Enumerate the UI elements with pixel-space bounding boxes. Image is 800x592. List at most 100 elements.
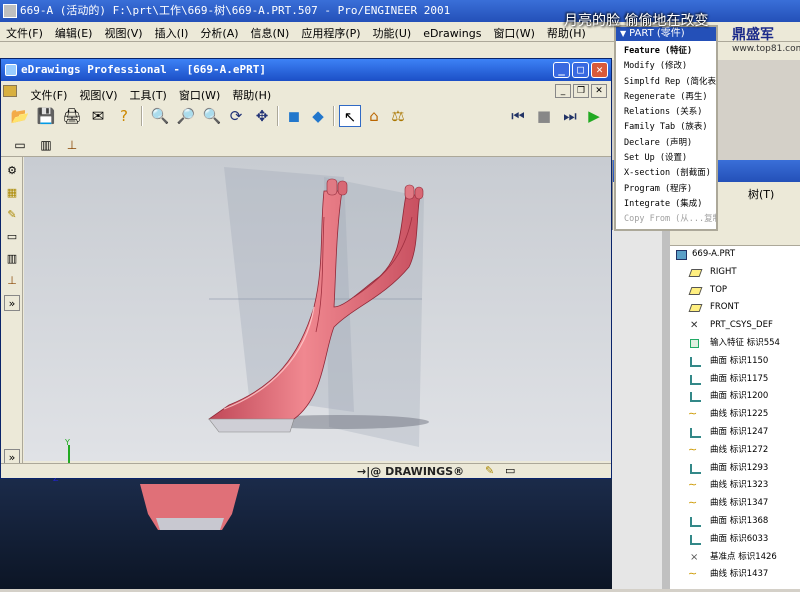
menu-manager-item[interactable]: X-section (剖截面) xyxy=(624,166,716,181)
tree-item[interactable]: 曲面 标识1150 xyxy=(670,353,800,371)
proe-menu-item[interactable]: 文件(F) xyxy=(0,22,49,44)
tree-item[interactable]: 曲面 标识1293 xyxy=(670,460,800,478)
proe-menu-item[interactable]: 编辑(E) xyxy=(49,22,99,44)
proe-model-view xyxy=(140,484,240,530)
rotate-icon[interactable]: ⟳ xyxy=(225,105,247,127)
tree-item[interactable]: ∼ 曲线 标识1272 xyxy=(670,442,800,460)
menu-manager-item[interactable]: Declare (声明) xyxy=(624,136,716,151)
surface-icon xyxy=(690,356,701,367)
proe-menu-item[interactable]: 窗口(W) xyxy=(487,22,540,44)
first-frame-icon[interactable]: ⏮ xyxy=(507,105,529,127)
send-mail-icon[interactable]: ✉ xyxy=(87,105,109,127)
zoom-to-fit-icon[interactable]: 🔍 xyxy=(149,105,171,127)
tree-item[interactable]: RIGHT xyxy=(670,264,800,282)
proe-menu-item[interactable]: 信息(N) xyxy=(245,22,296,44)
minimize-button[interactable]: _ xyxy=(553,62,570,78)
tree-item[interactable]: TOP xyxy=(670,282,800,300)
surface-icon xyxy=(690,392,701,403)
tree-item[interactable]: ✕ PRT_CSYS_DEF xyxy=(670,317,800,335)
edrawings-app-icon xyxy=(5,64,17,76)
stamp-side-icon[interactable]: ⊥ xyxy=(4,273,20,289)
import-feature-icon xyxy=(690,338,699,348)
save-icon[interactable]: 💾 xyxy=(35,105,57,127)
measure-icon[interactable]: ⚖ xyxy=(387,105,409,127)
model-render xyxy=(208,167,429,447)
sheets-icon[interactable]: ▦ xyxy=(4,185,20,201)
play-icon[interactable]: ▶ xyxy=(583,105,605,127)
shaded-view-icon[interactable]: ◼ xyxy=(283,105,305,127)
proe-menu-item[interactable]: 视图(V) xyxy=(98,22,148,44)
menu-manager-items: Feature (特征) Modify (修改) Simplfd Rep (简化表 R… xyxy=(616,41,716,228)
tree-root[interactable]: 669-A.PRT xyxy=(670,246,800,264)
edrawings-markup-toolbar: ▭ ▥ ⊥ xyxy=(1,131,611,157)
menu-manager-item[interactable]: Copy From (从...复制 xyxy=(624,212,716,227)
curve-icon: ∼ xyxy=(688,407,698,421)
help-icon[interactable]: ? xyxy=(113,105,135,127)
edrawings-window-title: eDrawings Professional - [669-A.ePRT] xyxy=(21,63,267,76)
proe-menu-item[interactable]: 插入(I) xyxy=(149,22,195,44)
proe-menu-item[interactable]: 分析(A) xyxy=(194,22,244,44)
markup-status-icon[interactable]: ✎ xyxy=(485,464,494,477)
proe-menu-item[interactable]: eDrawings xyxy=(417,24,487,43)
tree-item[interactable]: 曲面 标识6033 xyxy=(670,531,800,549)
mdi-restore-button[interactable]: ❐ xyxy=(573,84,589,98)
components-icon[interactable]: ⚙ xyxy=(4,163,20,179)
tree-item[interactable]: 输入特征 标识554 xyxy=(670,335,800,353)
menu-manager-item[interactable]: Set Up (设置) xyxy=(624,151,716,166)
surface-icon xyxy=(690,374,701,385)
datum-plane-icon xyxy=(688,286,703,295)
proe-app-icon xyxy=(3,4,17,18)
menu-manager-item[interactable]: Regenerate (再生) xyxy=(624,90,716,105)
zoom-in-out-icon[interactable]: 🔎 xyxy=(175,105,197,127)
tree-item[interactable]: ∼ 曲线 标识1323 xyxy=(670,477,800,495)
model-tree: 669-A.PRT RIGHT TOP FRONT ✕ PRT_CSYS_DEF 输入特征 … xyxy=(670,246,800,589)
tree-item[interactable]: FRONT xyxy=(670,299,800,317)
tree-item[interactable]: ∼ 曲线 标识1225 xyxy=(670,406,800,424)
proe-graphics-area[interactable] xyxy=(0,478,612,589)
zoom-area-icon[interactable]: 🔍 xyxy=(201,105,223,127)
sheet-status-icon[interactable]: ▭ xyxy=(505,464,515,477)
select-icon[interactable]: ↖ xyxy=(339,105,361,127)
stamp-icon[interactable]: ⊥ xyxy=(61,134,83,156)
open-icon[interactable]: 📂 xyxy=(9,105,31,127)
tree-item[interactable]: 曲面 标识1247 xyxy=(670,424,800,442)
menu-manager-item[interactable]: Family Tab (族表) xyxy=(624,120,716,135)
model-tree-menu[interactable]: 树(T) xyxy=(748,186,774,202)
view-triad: Y X Z xyxy=(49,437,99,487)
next-frame-icon[interactable]: ⏭ xyxy=(559,105,581,127)
edrawings-3d-viewport[interactable] xyxy=(24,157,611,461)
print-icon[interactable]: 🖨 xyxy=(61,105,83,127)
datum-plane-icon xyxy=(688,268,703,277)
close-button[interactable]: ✕ xyxy=(591,62,608,78)
csys-icon: ✕ xyxy=(690,320,699,332)
banner-url: www.top81.com xyxy=(732,44,800,54)
tree-item[interactable]: ∼ 曲线 标识1437 xyxy=(670,566,800,584)
tree-item[interactable]: 曲面 标识1368 xyxy=(670,513,800,531)
stop-icon[interactable]: ■ xyxy=(533,105,555,127)
section-side-icon[interactable]: ▥ xyxy=(4,251,20,267)
tree-item[interactable]: ∼ 曲线 标识1347 xyxy=(670,495,800,513)
section-icon[interactable]: ▥ xyxy=(35,134,57,156)
proe-menu-item[interactable]: 功能(U) xyxy=(367,22,418,44)
pan-icon[interactable]: ✥ xyxy=(251,105,273,127)
perspective-icon[interactable]: ◆ xyxy=(307,105,329,127)
maximize-button[interactable]: □ xyxy=(572,62,589,78)
measure-side-icon[interactable]: ▭ xyxy=(4,229,20,245)
mdi-minimize-button[interactable]: _ xyxy=(555,84,571,98)
expand-side-icon[interactable]: » xyxy=(4,295,20,311)
mdi-close-button[interactable]: ✕ xyxy=(591,84,607,98)
banner-brand: 鼎盛军 xyxy=(732,27,774,43)
tree-item[interactable]: 曲面 标识1175 xyxy=(670,371,800,389)
home-icon[interactable]: ⌂ xyxy=(363,105,385,127)
menu-manager-item[interactable]: Program (程序) xyxy=(624,182,716,197)
menu-manager-item[interactable]: Integrate (集成) xyxy=(624,197,716,212)
surface-icon xyxy=(690,427,701,438)
proe-menu-item[interactable]: 应用程序(P) xyxy=(295,22,366,44)
tree-item[interactable]: 曲面 标识1200 xyxy=(670,388,800,406)
markup-measure-icon[interactable]: ▭ xyxy=(9,134,31,156)
menu-manager-item[interactable]: Relations (关系) xyxy=(624,105,716,120)
document-menu-icon[interactable] xyxy=(3,85,17,97)
tree-item[interactable]: × 基准点 标识1426 xyxy=(670,549,800,567)
menu-manager-item[interactable]: Simplfd Rep (简化表 xyxy=(624,75,716,90)
markup-pen-icon[interactable]: ✎ xyxy=(4,207,20,223)
